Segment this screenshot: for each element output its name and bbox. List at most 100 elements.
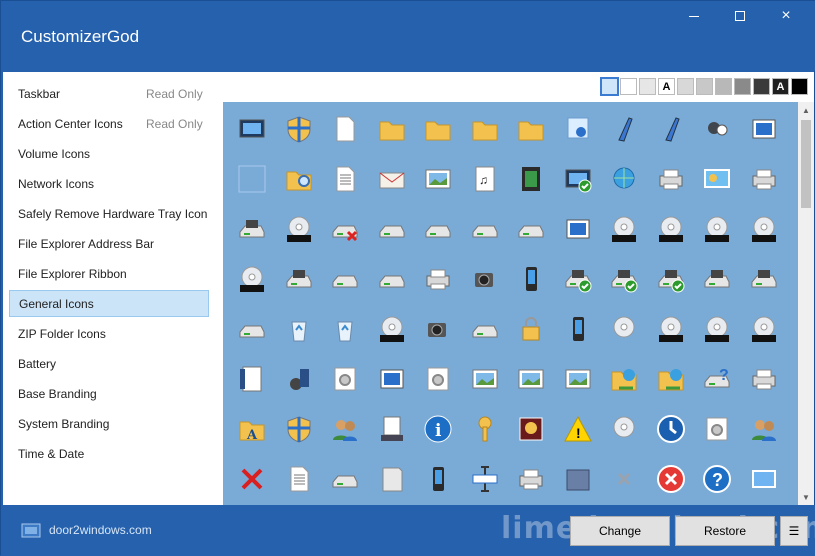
color-swatch[interactable]: A bbox=[658, 78, 675, 95]
monitor-icon[interactable] bbox=[229, 106, 275, 152]
users-icon[interactable] bbox=[322, 406, 368, 452]
dvd-rw-icon[interactable] bbox=[229, 256, 275, 302]
window-icon[interactable] bbox=[741, 106, 787, 152]
camcorder-icon[interactable] bbox=[462, 256, 508, 302]
security-shield-icon[interactable] bbox=[276, 406, 322, 452]
scroll-thumb[interactable] bbox=[801, 120, 811, 208]
help-drive-icon[interactable]: ? bbox=[694, 356, 740, 402]
text-document-icon[interactable] bbox=[322, 156, 368, 202]
key-icon[interactable] bbox=[462, 406, 508, 452]
scroll-up-icon[interactable]: ▲ bbox=[798, 102, 814, 118]
error-circle-icon[interactable] bbox=[648, 456, 694, 502]
folder-icon[interactable] bbox=[508, 106, 554, 152]
recycle-full-icon[interactable] bbox=[322, 306, 368, 352]
network-folder-icon[interactable] bbox=[601, 356, 647, 402]
sidebar-item[interactable]: File Explorer Address Bar bbox=[9, 230, 209, 257]
settings-window-icon[interactable] bbox=[369, 356, 415, 402]
floppy-check-icon[interactable] bbox=[648, 256, 694, 302]
sidebar-item[interactable]: Network Icons bbox=[9, 170, 209, 197]
text-cursor-icon[interactable] bbox=[462, 456, 508, 502]
picture-icon[interactable] bbox=[415, 156, 461, 202]
scanner-icon[interactable] bbox=[508, 456, 554, 502]
gear-icon[interactable] bbox=[415, 356, 461, 402]
folder-icon[interactable] bbox=[415, 106, 461, 152]
dvd-drive-icon[interactable] bbox=[601, 206, 647, 252]
cd-rw-icon[interactable] bbox=[741, 306, 787, 352]
case-icon[interactable] bbox=[555, 456, 601, 502]
sidebar-item[interactable]: Volume Icons bbox=[9, 140, 209, 167]
mail-icon[interactable] bbox=[369, 156, 415, 202]
cd-r-icon[interactable] bbox=[648, 306, 694, 352]
floppy-check-icon[interactable] bbox=[601, 256, 647, 302]
drive-icon[interactable] bbox=[369, 206, 415, 252]
phone-icon[interactable] bbox=[508, 256, 554, 302]
window-arrow-icon[interactable] bbox=[741, 456, 787, 502]
media-player-icon[interactable] bbox=[276, 356, 322, 402]
scroll-down-icon[interactable]: ▼ bbox=[798, 489, 814, 505]
file-cabinet-icon[interactable] bbox=[369, 456, 415, 502]
color-swatch[interactable] bbox=[715, 78, 732, 95]
contact-icon[interactable] bbox=[229, 356, 275, 402]
drive-icon[interactable] bbox=[322, 256, 368, 302]
music-disc-icon[interactable] bbox=[601, 406, 647, 452]
sidebar-item[interactable]: General Icons bbox=[9, 290, 209, 317]
drive-green-icon[interactable] bbox=[229, 306, 275, 352]
certificate-icon[interactable] bbox=[555, 106, 601, 152]
printer-icon[interactable] bbox=[741, 156, 787, 202]
floppy-check-icon[interactable] bbox=[555, 256, 601, 302]
flowers-icon[interactable] bbox=[508, 406, 554, 452]
floppy-drive-icon[interactable] bbox=[741, 256, 787, 302]
maximize-button[interactable] bbox=[717, 1, 763, 31]
globe-icon[interactable] bbox=[601, 156, 647, 202]
sidebar-item[interactable]: Time & Date bbox=[9, 440, 209, 467]
color-swatch[interactable] bbox=[753, 78, 770, 95]
sync-icon[interactable] bbox=[648, 406, 694, 452]
dvd-rom-icon[interactable] bbox=[741, 206, 787, 252]
floppy-drive-icon[interactable] bbox=[229, 206, 275, 252]
menu-button[interactable]: ☰ bbox=[780, 516, 808, 546]
recycle-empty-icon[interactable] bbox=[276, 306, 322, 352]
lock-icon[interactable] bbox=[508, 306, 554, 352]
vertical-scrollbar[interactable]: ▲ ▼ bbox=[798, 102, 814, 505]
grey-x-icon[interactable] bbox=[601, 456, 647, 502]
users-icon[interactable] bbox=[741, 406, 787, 452]
color-swatch[interactable] bbox=[677, 78, 694, 95]
color-swatch[interactable] bbox=[600, 77, 619, 96]
sidebar-item[interactable]: File Explorer Ribbon bbox=[9, 260, 209, 287]
cd-rom-icon[interactable] bbox=[694, 306, 740, 352]
help-circle-icon[interactable]: ? bbox=[694, 456, 740, 502]
folder-icon[interactable] bbox=[462, 106, 508, 152]
video-icon[interactable] bbox=[508, 156, 554, 202]
gear-doc-icon[interactable] bbox=[694, 406, 740, 452]
image-icon[interactable] bbox=[462, 356, 508, 402]
server-icon[interactable] bbox=[369, 256, 415, 302]
dvd-r-icon[interactable] bbox=[648, 206, 694, 252]
change-button[interactable]: Change bbox=[570, 516, 670, 546]
sidebar-item[interactable]: Battery bbox=[9, 350, 209, 377]
color-swatch[interactable]: A bbox=[772, 78, 789, 95]
warning-icon[interactable]: ! bbox=[555, 406, 601, 452]
document-icon[interactable] bbox=[322, 106, 368, 152]
cards-icon[interactable] bbox=[694, 106, 740, 152]
dvd-ram-icon[interactable] bbox=[694, 206, 740, 252]
restore-button[interactable]: Restore bbox=[675, 516, 775, 546]
network-printer-icon[interactable] bbox=[415, 256, 461, 302]
sidebar-item[interactable]: Safely Remove Hardware Tray Icon bbox=[9, 200, 209, 227]
error-x-icon[interactable] bbox=[229, 456, 275, 502]
empty-icon[interactable] bbox=[229, 156, 275, 202]
mobile-icon[interactable] bbox=[415, 456, 461, 502]
sidebar-item[interactable]: System Branding bbox=[9, 410, 209, 437]
sidebar-item[interactable]: Base Branding bbox=[9, 380, 209, 407]
pen-icon[interactable] bbox=[601, 106, 647, 152]
chip-icon[interactable] bbox=[462, 206, 508, 252]
color-swatch[interactable] bbox=[696, 78, 713, 95]
mp3-player-icon[interactable] bbox=[555, 306, 601, 352]
color-swatch[interactable] bbox=[639, 78, 656, 95]
usb-drive-icon[interactable] bbox=[462, 306, 508, 352]
sidebar-item[interactable]: Action Center Icons Read Only bbox=[9, 110, 209, 137]
folder-icon[interactable] bbox=[369, 106, 415, 152]
printer-icon[interactable] bbox=[648, 156, 694, 202]
presentation-icon[interactable] bbox=[694, 156, 740, 202]
floppy-drive-icon[interactable] bbox=[276, 256, 322, 302]
close-button[interactable]: × bbox=[763, 1, 809, 31]
